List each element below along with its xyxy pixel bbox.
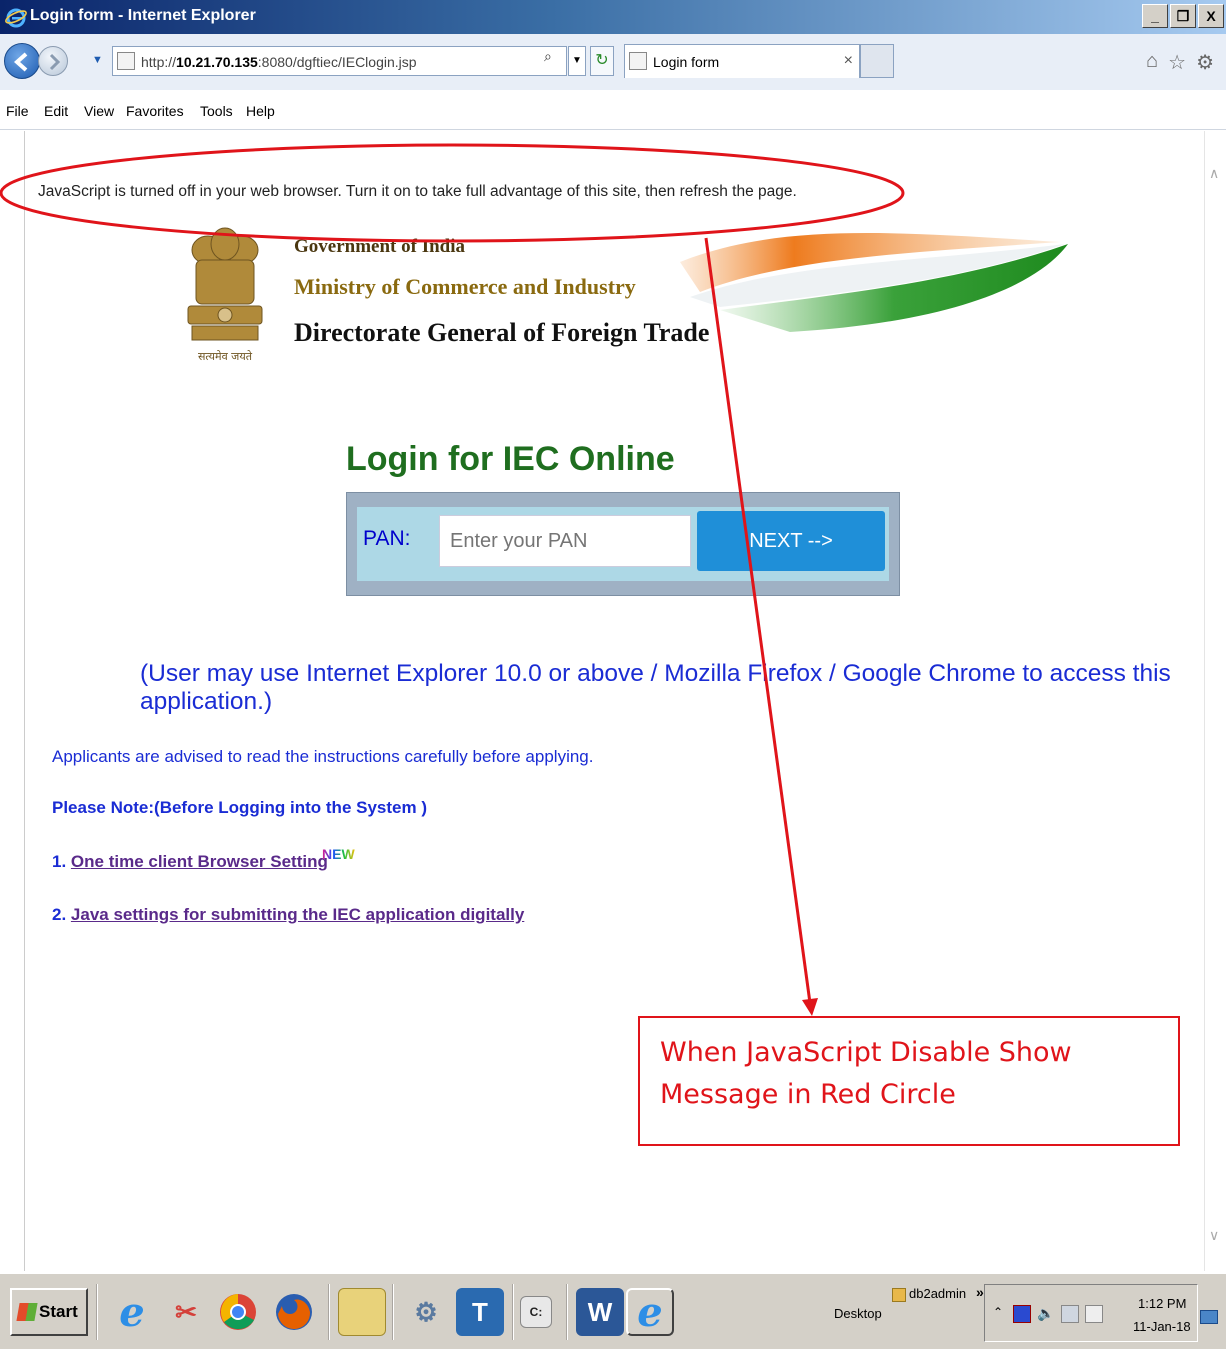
window-titlebar: Login form - Internet Explorer _ ❒ X <box>0 0 1226 34</box>
word-icon[interactable]: W <box>576 1288 624 1336</box>
forward-button[interactable] <box>38 46 68 76</box>
new-badge: NEW <box>322 846 355 862</box>
tab-login-form[interactable]: Login form × <box>624 44 860 78</box>
login-panel: PAN: NEXT --> <box>346 492 900 596</box>
list-item-number: 1. <box>52 852 71 871</box>
please-note-heading: Please Note:(Before Logging into the Sys… <box>52 798 427 817</box>
toolbar-overflow-icon[interactable]: » <box>976 1284 984 1300</box>
url-text: http://10.21.70.135:8080/dgftiec/IEClogi… <box>141 54 417 70</box>
clock-date[interactable]: 11-Jan-18 <box>1133 1319 1191 1334</box>
menu-edit[interactable]: Edit <box>44 103 68 119</box>
page-favicon-icon <box>117 52 135 70</box>
list-item: 2. Java settings for submitting the IEC … <box>52 905 524 925</box>
taskbar-separator <box>512 1284 514 1340</box>
volume-icon[interactable]: 🔈 <box>1037 1305 1055 1323</box>
list-item-number: 2. <box>52 905 71 924</box>
menu-tools[interactable]: Tools <box>200 103 233 119</box>
user-icon <box>892 1287 906 1302</box>
text-editor-icon[interactable]: T <box>456 1288 504 1336</box>
list-item: 1. One time client Browser Setting <box>52 852 328 872</box>
firefox-icon[interactable] <box>270 1288 318 1336</box>
device-icon[interactable] <box>1085 1305 1103 1323</box>
internet-explorer-taskbar-icon[interactable]: e <box>108 1288 156 1336</box>
show-desktop-button[interactable] <box>1200 1310 1218 1324</box>
scroll-down-icon[interactable]: ∨ <box>1209 1227 1219 1244</box>
command-prompt-icon[interactable]: C: <box>520 1296 552 1328</box>
search-icon[interactable]: ⌕ <box>544 48 552 65</box>
user-toolbar[interactable]: db2admin <box>892 1286 966 1302</box>
back-button[interactable] <box>4 43 40 79</box>
browser-navbar: ▼ http://10.21.70.135:8080/dgftiec/IEClo… <box>0 34 1226 90</box>
menu-view[interactable]: View <box>84 103 114 119</box>
tricolour-swoosh-icon <box>680 233 1068 332</box>
address-dropdown-button[interactable]: ▼ <box>568 46 586 76</box>
annotation-callout-text: When JavaScript Disable Show Message in … <box>660 1037 1072 1110</box>
header-government: Government of India <box>294 236 465 257</box>
java-settings-link[interactable]: Java settings for submitting the IEC app… <box>71 905 524 924</box>
back-arrow-icon <box>13 52 28 72</box>
refresh-button[interactable]: ↻ <box>590 46 614 76</box>
history-dropdown-icon[interactable]: ▼ <box>92 54 103 66</box>
tab-close-icon[interactable]: × <box>844 52 853 70</box>
advise-text: Applicants are advised to read the instr… <box>52 747 594 766</box>
taskbar: Start e ✂ ⚙ T C: W e Desktop db2admin » … <box>0 1272 1226 1349</box>
window-title: Login form - Internet Explorer <box>30 7 256 24</box>
start-label: Start <box>39 1302 78 1321</box>
new-tab-button[interactable] <box>860 44 894 78</box>
tools-gear-icon[interactable]: ⚙ <box>1196 50 1214 75</box>
tab-favicon-icon <box>629 52 647 70</box>
emblem-motto: सत्यमेव जयते <box>198 350 253 363</box>
javascript-disabled-message: JavaScript is turned off in your web bro… <box>38 183 797 200</box>
settings-gears-icon[interactable]: ⚙ <box>402 1288 450 1336</box>
taskbar-separator <box>328 1284 330 1340</box>
internet-explorer-active-taskbar-icon[interactable]: e <box>626 1288 674 1336</box>
address-bar[interactable]: http://10.21.70.135:8080/dgftiec/IEClogi… <box>112 46 567 76</box>
file-explorer-icon[interactable] <box>338 1288 386 1336</box>
scroll-up-icon[interactable]: ∧ <box>1209 165 1219 182</box>
home-icon[interactable]: ⌂ <box>1146 50 1158 75</box>
taskbar-separator <box>392 1284 394 1340</box>
menu-help[interactable]: Help <box>246 103 275 119</box>
login-panel-inner: PAN: NEXT --> <box>357 507 889 581</box>
minimize-button[interactable]: _ <box>1142 4 1168 28</box>
next-button[interactable]: NEXT --> <box>697 511 885 571</box>
forward-arrow-icon <box>49 53 61 71</box>
menu-file[interactable]: File <box>6 103 29 119</box>
start-button[interactable]: Start <box>10 1288 88 1336</box>
header-ministry: Ministry of Commerce and Industry <box>294 274 636 299</box>
national-emblem-icon: सत्यमेव जयते <box>187 227 263 363</box>
login-title: Login for IEC Online <box>346 440 675 478</box>
browser-compatibility-note: (User may use Internet Explorer 10.0 or … <box>140 660 1171 715</box>
taskbar-separator <box>566 1284 568 1340</box>
pan-input[interactable] <box>439 515 691 567</box>
browser-setting-link[interactable]: One time client Browser Setting <box>71 852 328 871</box>
tray-app-icon[interactable] <box>1013 1305 1031 1323</box>
windows-flag-icon <box>16 1303 38 1321</box>
chrome-icon[interactable] <box>214 1288 262 1336</box>
pan-label: PAN: <box>363 527 411 550</box>
taskbar-separator <box>96 1284 98 1340</box>
favorites-star-icon[interactable]: ☆ <box>1168 50 1186 75</box>
close-button[interactable]: X <box>1198 4 1224 28</box>
maximize-button[interactable]: ❒ <box>1170 4 1196 28</box>
desktop-toolbar-label[interactable]: Desktop <box>834 1306 882 1321</box>
snipping-tool-icon[interactable]: ✂ <box>162 1288 210 1336</box>
annotation-callout-box: When JavaScript Disable Show Message in … <box>638 1016 1180 1146</box>
menu-favorites[interactable]: Favorites <box>126 103 184 119</box>
clock-time[interactable]: 1:12 PM <box>1138 1296 1186 1311</box>
menu-bar: File Edit View Favorites Tools Help <box>0 90 1226 130</box>
network-icon[interactable] <box>1061 1305 1079 1323</box>
show-hidden-icons-icon[interactable]: ⌃ <box>993 1305 1011 1323</box>
internet-explorer-icon <box>5 8 27 28</box>
tab-label: Login form <box>653 54 720 70</box>
